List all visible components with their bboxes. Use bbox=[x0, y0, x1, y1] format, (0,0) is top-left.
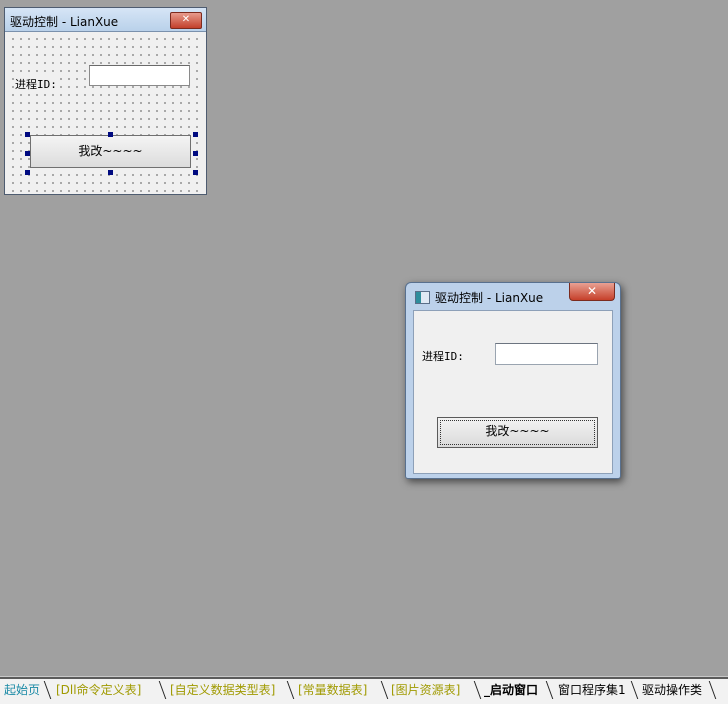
tab-separator bbox=[43, 681, 52, 699]
pid-label: 进程ID: bbox=[15, 76, 57, 92]
selection-handle-sw[interactable] bbox=[25, 170, 30, 175]
tab-constants[interactable]: [常量数据表] bbox=[298, 680, 367, 700]
tab-separator bbox=[473, 681, 482, 699]
tab-separator bbox=[158, 681, 167, 699]
pid-input[interactable] bbox=[495, 343, 598, 365]
preview-close-button[interactable]: ✕ bbox=[569, 283, 615, 301]
tab-image-resources[interactable]: [图片资源表] bbox=[391, 680, 460, 700]
pid-input[interactable] bbox=[89, 65, 190, 86]
tab-custom-types[interactable]: [自定义数据类型表] bbox=[170, 680, 275, 700]
selection-handle-nw[interactable] bbox=[25, 132, 30, 137]
pid-label: 进程ID: bbox=[422, 350, 464, 363]
tab-start-page[interactable]: 起始页 bbox=[4, 680, 40, 700]
close-icon: ✕ bbox=[181, 14, 191, 25]
preview-titlebar[interactable]: 驱动控制 - LianXue ✕ bbox=[406, 283, 620, 310]
tab-bar-top-border bbox=[0, 677, 728, 679]
designer-form[interactable]: 驱动控制 - LianXue ✕ 进程ID: 我改~~~~ bbox=[4, 7, 207, 195]
tab-separator bbox=[380, 681, 389, 699]
designer-titlebar[interactable]: 驱动控制 - LianXue ✕ bbox=[5, 8, 206, 32]
preview-window[interactable]: 驱动控制 - LianXue ✕ 进程ID: 我改~~~~ bbox=[405, 282, 621, 479]
tab-separator bbox=[708, 681, 717, 699]
tab-separator bbox=[545, 681, 554, 699]
selection-handle-se[interactable] bbox=[193, 170, 198, 175]
selection-handle-s[interactable] bbox=[108, 170, 113, 175]
modify-button[interactable]: 我改~~~~ bbox=[30, 135, 191, 168]
window-app-icon bbox=[415, 291, 430, 304]
tab-separator bbox=[286, 681, 295, 699]
tab-dll-commands[interactable]: [Dll命令定义表] bbox=[56, 680, 141, 700]
modify-button[interactable]: 我改~~~~ bbox=[437, 417, 598, 448]
preview-client-area: 进程ID: 我改~~~~ bbox=[413, 310, 613, 474]
document-tab-bar: 起始页 [Dll命令定义表] [自定义数据类型表] [常量数据表] [图片资源表… bbox=[0, 676, 728, 704]
designer-canvas[interactable]: 进程ID: 我改~~~~ bbox=[7, 33, 204, 192]
selection-handle-ne[interactable] bbox=[193, 132, 198, 137]
selection-handle-e[interactable] bbox=[193, 151, 198, 156]
tab-separator bbox=[630, 681, 639, 699]
tab-window-assembly[interactable]: 窗口程序集1 bbox=[558, 680, 626, 700]
designer-title: 驱动控制 - LianXue bbox=[10, 15, 119, 29]
selection-handle-n[interactable] bbox=[108, 132, 113, 137]
designer-close-button[interactable]: ✕ bbox=[170, 12, 202, 29]
preview-title: 驱动控制 - LianXue bbox=[435, 291, 544, 305]
tab-driver-class[interactable]: 驱动操作类 bbox=[642, 680, 702, 700]
close-icon: ✕ bbox=[586, 284, 598, 298]
selection-handle-w[interactable] bbox=[25, 151, 30, 156]
tab-startup-window[interactable]: _启动窗口 bbox=[484, 680, 538, 700]
